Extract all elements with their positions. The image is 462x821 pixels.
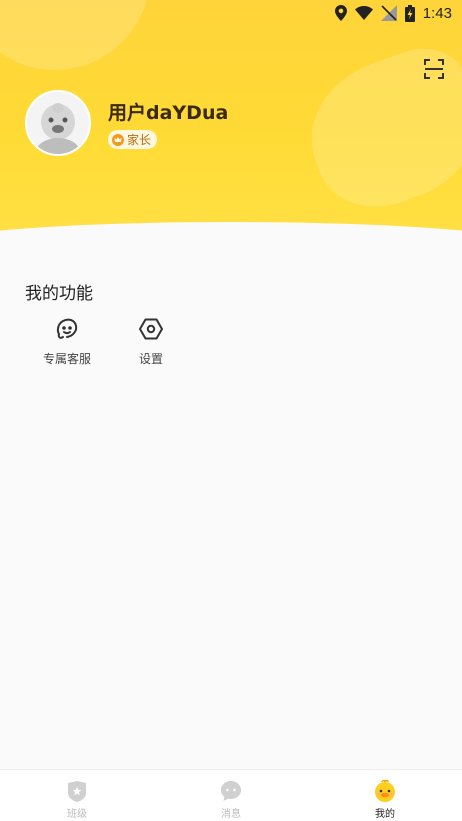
customer-service-icon xyxy=(54,316,80,342)
settings-button[interactable]: 设置 xyxy=(109,316,193,367)
avatar[interactable] xyxy=(25,90,91,156)
message-icon xyxy=(219,779,243,803)
tab-label: 消息 xyxy=(221,809,241,820)
crown-icon xyxy=(112,133,124,146)
wifi-icon xyxy=(354,6,373,20)
status-bar: 1:43 xyxy=(0,0,462,26)
duck-icon xyxy=(373,779,397,803)
tab-label: 我的 xyxy=(375,809,395,820)
section-title: 我的功能 xyxy=(25,284,93,304)
battery-charging-icon xyxy=(404,4,415,22)
role-badge: 家长 xyxy=(108,130,158,149)
username: 用户daYDua xyxy=(108,102,229,124)
tab-mine[interactable]: 我的 xyxy=(308,770,462,821)
function-label: 设置 xyxy=(138,352,163,366)
location-icon xyxy=(334,5,347,21)
default-avatar-icon xyxy=(27,92,89,154)
scan-icon xyxy=(424,59,444,79)
header-curve xyxy=(0,222,462,250)
tab-label: 班级 xyxy=(67,809,87,820)
no-signal-icon xyxy=(380,5,397,21)
tab-message[interactable]: 消息 xyxy=(154,770,308,821)
customer-service-button[interactable]: 专属客服 xyxy=(25,316,109,367)
bottom-tab-bar: 班级 消息 我的 xyxy=(0,769,462,821)
function-label: 专属客服 xyxy=(42,352,91,366)
scan-button[interactable] xyxy=(422,57,446,81)
tab-class[interactable]: 班级 xyxy=(0,770,154,821)
class-icon xyxy=(65,779,89,803)
settings-icon xyxy=(138,316,164,342)
status-time: 1:43 xyxy=(422,4,452,22)
role-label: 家长 xyxy=(127,133,152,147)
